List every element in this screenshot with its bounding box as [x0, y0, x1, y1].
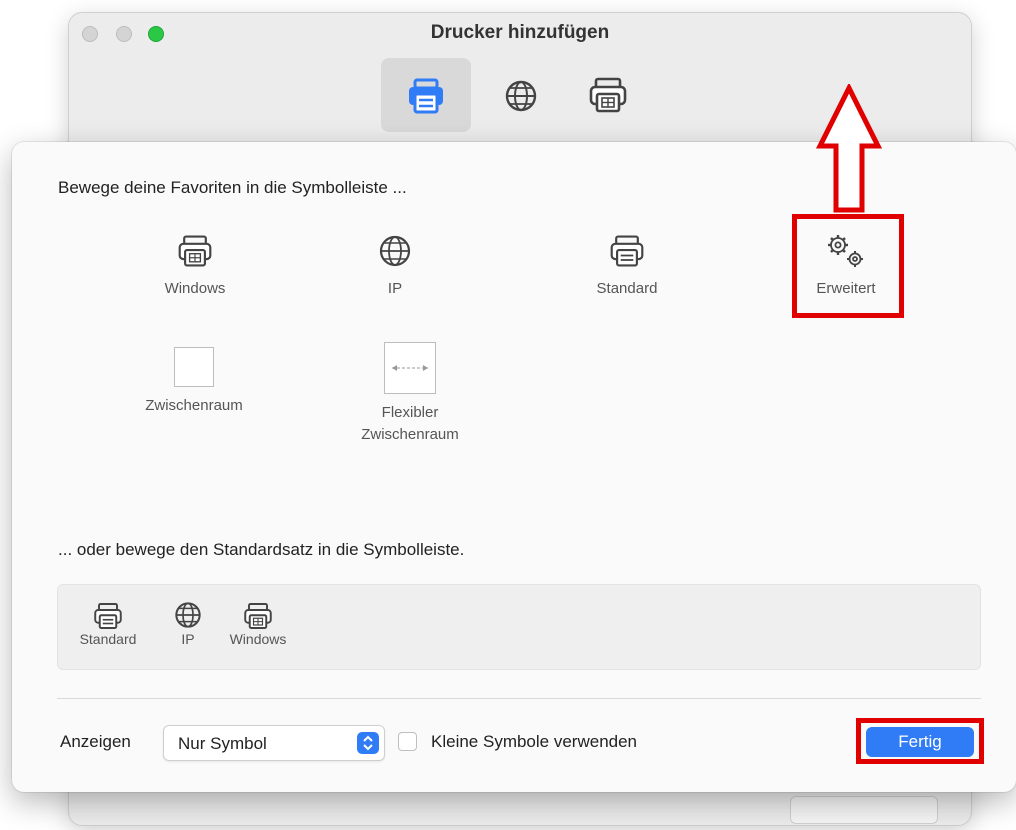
windows-printer-icon: [244, 603, 272, 629]
default-set-area[interactable]: Standard IP Windows: [57, 584, 981, 670]
annotation-box-done: [856, 718, 984, 764]
small-icons-label[interactable]: Kleine Symbole verwenden: [431, 732, 637, 752]
window-bottom-button[interactable]: [790, 796, 938, 824]
globe-icon: [175, 602, 201, 628]
divider: [57, 698, 981, 699]
toolbar-default-button[interactable]: [381, 58, 471, 132]
printer-icon: [94, 603, 122, 629]
default-set-item-windows: Windows: [222, 601, 294, 647]
printer-icon: [610, 235, 644, 267]
favorites-instruction: Bewege deine Favoriten in die Symbolleis…: [58, 178, 407, 197]
show-mode-value: Nur Symbol: [178, 734, 267, 753]
windows-printer-icon: [178, 235, 212, 267]
up-arrow-annotation-icon: [815, 84, 883, 213]
ip-globe-icon[interactable]: [503, 78, 539, 114]
default-set-instruction: ... oder bewege den Standardsatz in die …: [58, 540, 465, 559]
palette-item-space[interactable]: Zwischenraum: [128, 347, 260, 417]
default-set-label: Windows: [229, 631, 287, 647]
default-printer-icon: [409, 78, 443, 114]
default-set-label: Standard: [79, 631, 137, 647]
default-set-item-standard: Standard: [76, 601, 140, 647]
palette-item-flexible-space[interactable]: Flexibler Zwischenraum: [340, 342, 480, 446]
palette-item-label: Windows: [164, 280, 226, 297]
window-title: Drucker hinzufügen: [430, 22, 610, 43]
annotation-box-advanced: [792, 214, 904, 318]
palette-item-label: IP: [387, 280, 403, 297]
show-mode-select[interactable]: Nur Symbol: [163, 725, 385, 761]
space-icon: [174, 347, 214, 387]
palette-item-ip[interactable]: IP: [355, 232, 435, 300]
windows-printer-icon[interactable]: [588, 76, 628, 114]
palette-item-label: Zwischenraum: [145, 397, 243, 414]
flexible-space-icon: [384, 342, 436, 394]
chevron-updown-icon: [357, 732, 379, 754]
palette-item-standard[interactable]: Standard: [575, 232, 679, 300]
palette-item-label: Flexibler Zwischenraum: [361, 404, 459, 443]
palette-item-label: Standard: [596, 280, 658, 297]
small-icons-checkbox[interactable]: [398, 732, 417, 751]
palette-item-windows[interactable]: Windows: [140, 232, 250, 300]
globe-icon: [379, 235, 411, 267]
show-label: Anzeigen: [60, 732, 131, 751]
default-set-item-ip: IP: [170, 599, 206, 647]
default-set-label: IP: [181, 631, 195, 647]
